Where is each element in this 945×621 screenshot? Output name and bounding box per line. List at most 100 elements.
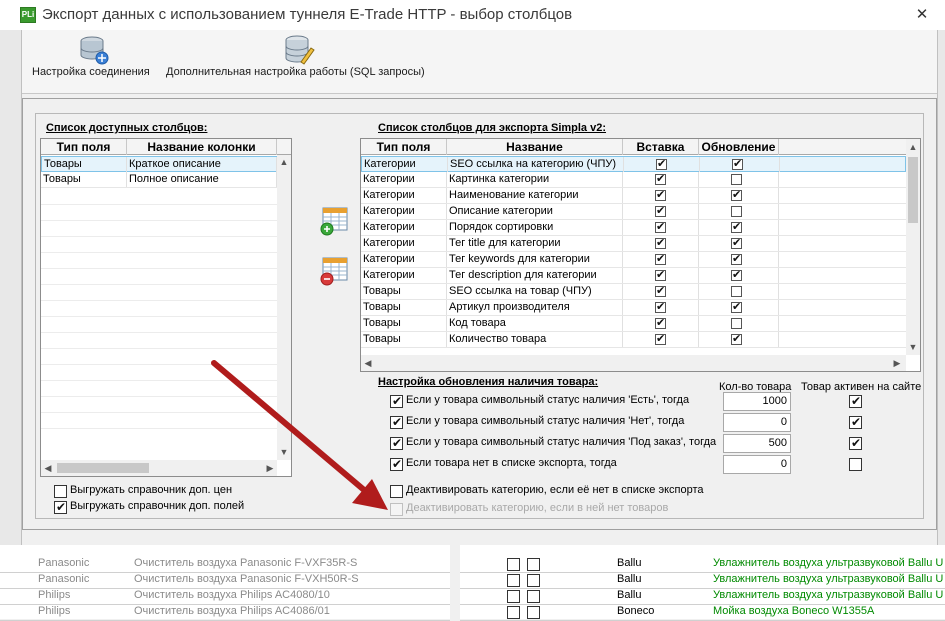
table-row[interactable]: Категории Наименование категории bbox=[361, 188, 906, 204]
header-insert[interactable]: Вставка bbox=[623, 139, 699, 155]
active-checkbox[interactable] bbox=[849, 436, 862, 450]
insert-cell bbox=[623, 188, 699, 203]
active-column-header: Товар активен на сайте bbox=[801, 381, 922, 393]
row-checkbox[interactable] bbox=[507, 574, 520, 587]
table-row[interactable]: Категории Тег keywords для категории bbox=[361, 252, 906, 268]
table-row[interactable]: Категории Описание категории bbox=[361, 204, 906, 220]
insert-checkbox[interactable] bbox=[655, 252, 666, 267]
remove-column-icon[interactable] bbox=[319, 256, 349, 286]
table-row[interactable]: Категории Тег title для категории bbox=[361, 236, 906, 252]
update-checkbox[interactable] bbox=[732, 157, 743, 172]
table-row[interactable]: Товары SEO ссылка на товар (ЧПУ) bbox=[361, 284, 906, 300]
table-row[interactable]: Товары Краткое описание bbox=[41, 156, 277, 172]
insert-cell bbox=[623, 252, 699, 267]
row-checkbox[interactable] bbox=[527, 558, 540, 571]
row-checkbox[interactable] bbox=[507, 558, 520, 571]
scroll-right-icon[interactable]: ▶ bbox=[890, 356, 904, 370]
update-checkbox[interactable] bbox=[731, 220, 742, 235]
stock-rule-option[interactable]: Если у товара символьный статус наличия … bbox=[390, 415, 710, 431]
insert-checkbox[interactable] bbox=[655, 204, 666, 219]
active-checkbox[interactable] bbox=[849, 458, 862, 471]
stock-rule-option[interactable]: Если у товара символьный статус наличия … bbox=[390, 394, 710, 410]
insert-checkbox[interactable] bbox=[655, 332, 666, 347]
insert-checkbox[interactable] bbox=[655, 188, 666, 203]
database-edit-icon bbox=[285, 35, 315, 65]
available-columns-title: Список доступных столбцов: bbox=[46, 122, 208, 134]
qty-input[interactable]: 0 bbox=[723, 413, 791, 432]
header-column-name[interactable]: Название колонки bbox=[127, 139, 277, 155]
update-checkbox[interactable] bbox=[731, 286, 742, 297]
stock-rule-option[interactable]: Если товара нет в списке экспорта, тогда bbox=[390, 457, 710, 473]
insert-cell bbox=[623, 204, 699, 219]
scroll-up-icon[interactable]: ▲ bbox=[277, 155, 291, 169]
scroll-up-icon[interactable]: ▲ bbox=[906, 140, 920, 154]
insert-checkbox[interactable] bbox=[655, 300, 666, 315]
qty-input[interactable]: 1000 bbox=[723, 392, 791, 411]
export-prices-checkbox[interactable] bbox=[54, 485, 67, 498]
row-name: Количество товара bbox=[447, 332, 623, 347]
scroll-down-icon[interactable]: ▼ bbox=[906, 340, 920, 354]
sql-settings-button[interactable]: Дополнительная настройка работы (SQL зап… bbox=[164, 30, 439, 92]
scroll-thumb[interactable] bbox=[908, 157, 918, 223]
update-checkbox[interactable] bbox=[731, 332, 742, 347]
row-name: Код товара bbox=[447, 316, 623, 331]
row-checkbox[interactable] bbox=[507, 606, 520, 619]
row-checkbox[interactable] bbox=[507, 590, 520, 603]
stock-rule-option[interactable]: Если у товара символьный статус наличия … bbox=[390, 436, 716, 452]
deactivate-missing-option[interactable]: Деактивировать категорию, если её нет в … bbox=[390, 484, 730, 500]
table-row[interactable]: Товары Артикул производителя bbox=[361, 300, 906, 316]
row-checkbox[interactable] bbox=[527, 574, 540, 587]
export-columns-grid[interactable]: Тип поля Название Вставка Обновление ▲ ▼… bbox=[360, 138, 921, 372]
insert-checkbox[interactable] bbox=[655, 172, 666, 187]
update-checkbox[interactable] bbox=[731, 318, 742, 329]
insert-checkbox[interactable] bbox=[655, 316, 666, 331]
header-update[interactable]: Обновление bbox=[699, 139, 779, 155]
qty-input[interactable]: 0 bbox=[723, 455, 791, 474]
window-left-frame bbox=[0, 30, 22, 545]
insert-checkbox[interactable] bbox=[655, 236, 666, 251]
table-row[interactable]: Категории SEO ссылка на категорию (ЧПУ) bbox=[361, 156, 906, 172]
insert-cell bbox=[624, 157, 700, 172]
table-row[interactable]: Категории Порядок сортировки bbox=[361, 220, 906, 236]
update-checkbox[interactable] bbox=[731, 252, 742, 267]
table-row[interactable]: Категории Тег description для категории bbox=[361, 268, 906, 284]
export-fields-checkbox[interactable] bbox=[54, 500, 67, 514]
qty-input[interactable]: 500 bbox=[723, 434, 791, 453]
insert-cell bbox=[623, 316, 699, 331]
table-row[interactable]: Категории Картинка категории bbox=[361, 172, 906, 188]
row-name: Описание категории bbox=[447, 204, 623, 219]
scroll-thumb[interactable] bbox=[57, 463, 149, 473]
update-checkbox[interactable] bbox=[731, 174, 742, 185]
table-row[interactable]: Товары Код товара bbox=[361, 316, 906, 332]
list-item: Panasonic Очиститель воздуха Panasonic F-… bbox=[0, 573, 450, 589]
add-column-icon[interactable] bbox=[319, 206, 349, 236]
insert-checkbox[interactable] bbox=[655, 284, 666, 299]
scroll-left-icon[interactable]: ◀ bbox=[41, 461, 55, 475]
insert-cell bbox=[623, 300, 699, 315]
horizontal-scrollbar[interactable]: ◀ ▶ bbox=[361, 355, 906, 371]
close-button[interactable]: ✕ bbox=[905, 4, 939, 26]
insert-checkbox[interactable] bbox=[655, 220, 666, 235]
active-checkbox[interactable] bbox=[849, 394, 862, 408]
update-checkbox[interactable] bbox=[731, 206, 742, 217]
update-checkbox[interactable] bbox=[731, 236, 742, 251]
insert-checkbox[interactable] bbox=[656, 157, 667, 172]
update-checkbox[interactable] bbox=[731, 188, 742, 203]
update-cell bbox=[699, 284, 779, 299]
table-row[interactable]: Товары Количество товара bbox=[361, 332, 906, 348]
row-checkbox[interactable] bbox=[527, 606, 540, 619]
row-checkbox[interactable] bbox=[527, 590, 540, 603]
update-checkbox[interactable] bbox=[731, 268, 742, 283]
insert-checkbox[interactable] bbox=[655, 268, 666, 283]
active-checkbox[interactable] bbox=[849, 415, 862, 429]
vertical-scrollbar[interactable]: ▲ ▼ bbox=[906, 139, 920, 355]
stock-rule-label: Если у товара символьный статус наличия … bbox=[406, 394, 690, 406]
header-name[interactable]: Название bbox=[447, 139, 623, 155]
connection-settings-button[interactable]: Настройка соединения bbox=[30, 30, 160, 92]
table-row[interactable]: Товары Полное описание bbox=[41, 172, 277, 188]
stock-rule-label: Если товара нет в списке экспорта, тогда bbox=[406, 457, 617, 469]
row-type: Категории bbox=[361, 172, 447, 187]
header-field-type[interactable]: Тип поля bbox=[41, 139, 127, 155]
header-field-type[interactable]: Тип поля bbox=[361, 139, 447, 155]
update-checkbox[interactable] bbox=[731, 300, 742, 315]
